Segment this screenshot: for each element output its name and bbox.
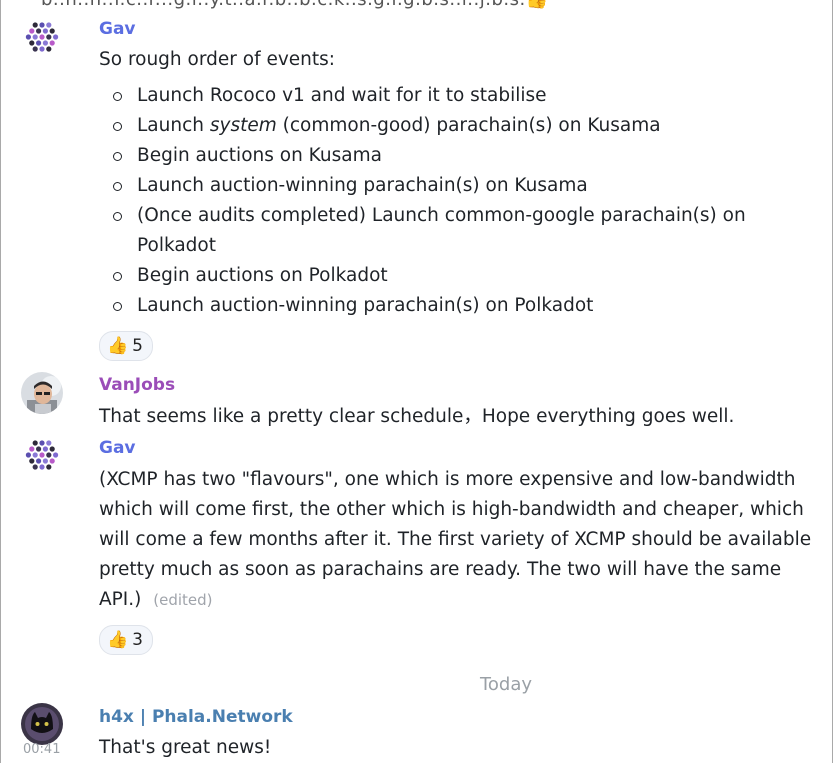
message-time: 00:41 xyxy=(23,742,61,757)
message-text: So rough order of events: xyxy=(99,49,336,70)
message-line: API.) xyxy=(99,589,142,610)
message-text: That's great news! xyxy=(99,737,272,758)
author-name[interactable]: h4x | Phala.Network xyxy=(99,707,293,727)
avatar-gav[interactable] xyxy=(21,434,63,476)
message-text: That seems like a pretty clear schedule，… xyxy=(99,406,735,427)
date-divider: Today xyxy=(479,674,533,695)
list-item: (Once audits completed) Launch common-go… xyxy=(113,201,746,231)
list-item-text: Launch Rococo v1 and wait for it to stab… xyxy=(137,85,547,106)
author-name[interactable]: Gav xyxy=(99,19,136,39)
message-line: will come a few months after it. The fir… xyxy=(99,529,812,550)
thumbs-up-icon: 👍 xyxy=(107,629,129,650)
author-name-text: h4x | Phala.Network xyxy=(99,707,293,727)
avatar-h4x[interactable] xyxy=(21,703,63,745)
list-item-text: (common-good) parachain(s) on Kusama xyxy=(276,115,661,136)
thumbs-up-icon: 👍 xyxy=(107,335,129,356)
event-list: Launch Rococo v1 and wait for it to stab… xyxy=(113,81,746,321)
list-item: Launch auction-winning parachain(s) on P… xyxy=(113,291,746,321)
list-item-text: Launch xyxy=(137,115,210,136)
list-item-text: Launch auction-winning parachain(s) on P… xyxy=(137,295,594,316)
list-item: Begin auctions on Polkadot xyxy=(113,261,746,291)
message-line: pretty much as soon as parachains are re… xyxy=(99,559,782,580)
reaction-thumbs-up[interactable]: 👍 5 xyxy=(99,331,153,361)
author-name[interactable]: VanJobs xyxy=(99,375,175,395)
reaction-count: 3 xyxy=(132,630,143,650)
list-item: Launch Rococo v1 and wait for it to stab… xyxy=(113,81,746,111)
reaction-thumbs-up[interactable]: 👍 3 xyxy=(99,625,153,655)
list-item-text: Begin auctions on Polkadot xyxy=(137,265,388,286)
list-item-text: Polkadot xyxy=(137,235,216,256)
hex-dots-logo-icon xyxy=(21,434,63,476)
avatar-vanjobs[interactable] xyxy=(21,372,63,414)
message-line: which will come first, the other which i… xyxy=(99,499,804,520)
hex-dots-logo-icon xyxy=(21,16,63,58)
user-photo-icon xyxy=(21,372,63,414)
chat-frame: b..n..n..f.c..r...g.l..y.t..a.r.b..b.c.k… xyxy=(0,0,833,763)
reaction-count: 5 xyxy=(132,336,143,356)
list-item-text: Launch auction-winning parachain(s) on K… xyxy=(137,175,588,196)
cat-avatar-icon xyxy=(21,703,63,745)
edited-label: (edited) xyxy=(153,591,213,609)
list-item: Begin auctions on Kusama xyxy=(113,141,746,171)
message-line: (XCMP has two "flavours", one which is m… xyxy=(99,469,796,490)
list-item-text: Begin auctions on Kusama xyxy=(137,145,382,166)
list-item-text: (Once audits completed) Launch common-go… xyxy=(137,205,746,226)
list-item: Launch system (common-good) parachain(s)… xyxy=(113,111,746,141)
author-name[interactable]: Gav xyxy=(99,438,136,458)
list-item-emphasis: system xyxy=(209,115,277,136)
message-line-last: API.) (edited) xyxy=(99,585,213,615)
list-item: Launch auction-winning parachain(s) on K… xyxy=(113,171,746,201)
clipped-previous-message: b..n..n..f.c..r...g.l..y.t..a.r.b..b.c.k… xyxy=(41,0,549,10)
list-item-continuation: Polkadot xyxy=(113,231,746,261)
avatar-gav[interactable] xyxy=(21,16,63,58)
